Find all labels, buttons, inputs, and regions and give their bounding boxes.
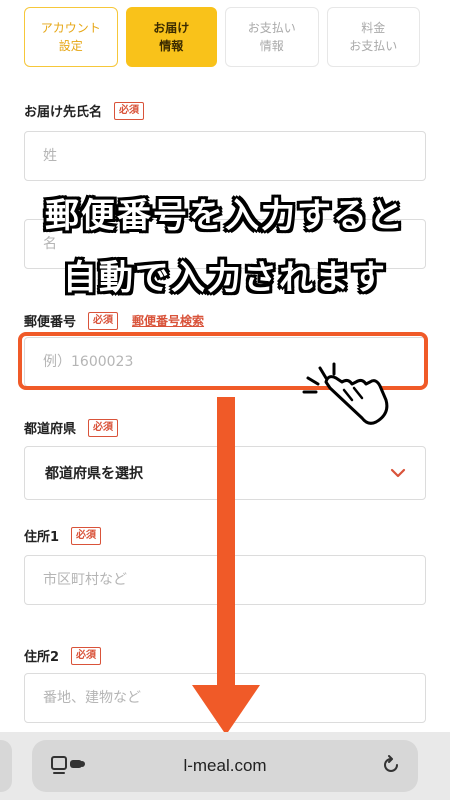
address1-label-row: 住所1 必須 <box>24 526 102 545</box>
name-label: お届け先氏名 <box>24 105 103 120</box>
first-name-input[interactable] <box>24 219 426 269</box>
address1-label: 住所1 <box>24 530 60 545</box>
prefecture-label: 都道府県 <box>24 422 77 437</box>
previous-tab-pill[interactable] <box>0 740 12 792</box>
postal-label: 郵便番号 <box>24 315 77 330</box>
required-badge: 必須 <box>88 418 119 437</box>
step-payment-info[interactable]: お支払い 情報 <box>225 7 319 67</box>
reload-icon[interactable] <box>380 754 402 776</box>
browser-bar: l-meal.com <box>0 732 450 800</box>
chevron-down-icon <box>390 468 406 478</box>
postal-search-link[interactable]: 郵便番号検索 <box>132 312 204 329</box>
address2-label: 住所2 <box>24 650 60 665</box>
url-text: l-meal.com <box>183 756 267 775</box>
step-fee-payment[interactable]: 料金 お支払い <box>326 7 420 67</box>
last-name-input[interactable] <box>24 131 426 181</box>
postal-label-row: 郵便番号 必須 郵便番号検索 <box>24 311 204 330</box>
required-badge: 必須 <box>71 526 102 545</box>
step-delivery-info[interactable]: お届け 情報 <box>125 7 217 67</box>
address2-label-row: 住所2 必須 <box>24 646 102 665</box>
name-label-row: お届け先氏名 必須 <box>24 101 145 120</box>
step-account-settings[interactable]: アカウント 設定 <box>24 7 118 67</box>
tap-hand-icon <box>302 362 389 425</box>
prefecture-label-row: 都道府県 必須 <box>24 418 119 437</box>
required-badge: 必須 <box>88 311 119 330</box>
address-bar[interactable]: l-meal.com <box>32 740 418 792</box>
prefecture-selected-value: 都道府県を選択 <box>45 466 143 482</box>
arrow-down-shaft <box>217 397 235 687</box>
arrow-down-icon <box>192 685 260 735</box>
required-badge: 必須 <box>114 101 145 120</box>
required-badge: 必須 <box>71 646 102 665</box>
step-tabs: アカウント 設定 お届け 情報 お支払い 情報 料金 お支払い <box>24 7 420 67</box>
page-menu-icon[interactable] <box>50 754 86 778</box>
